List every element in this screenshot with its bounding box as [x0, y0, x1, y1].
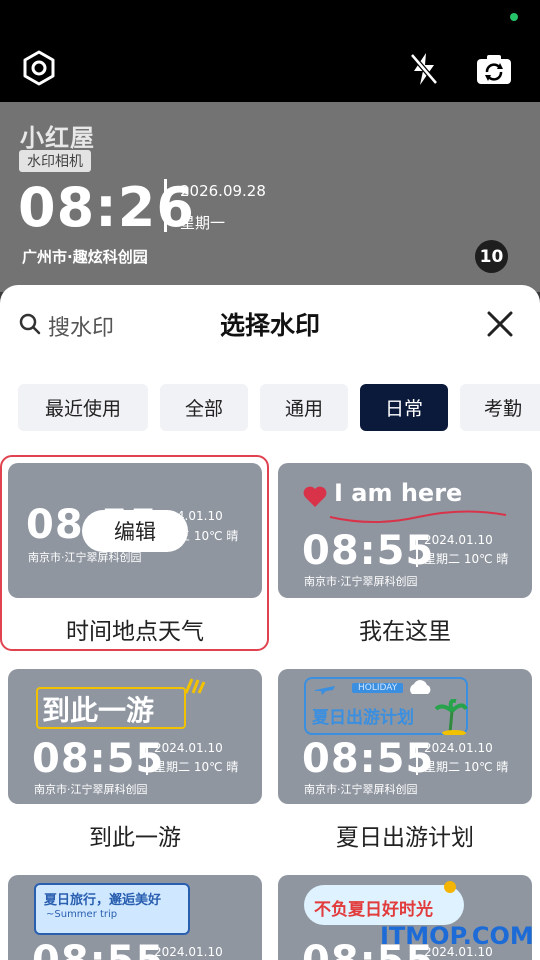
card-banner: 夏日出游计划 — [312, 708, 414, 728]
card-label: 时间地点天气 — [66, 619, 204, 645]
watermark-card-i-am-here[interactable]: I am here 08:55 2024.01.10 星期二 10℃ 晴 南京市… — [278, 463, 532, 598]
palm-tree-icon — [434, 698, 468, 739]
airplane-icon — [314, 681, 336, 700]
time-divider — [164, 179, 167, 232]
card-banner: 不负夏日好时光 — [314, 900, 433, 920]
camera-switch-icon[interactable] — [474, 50, 514, 88]
cloud-icon — [406, 679, 434, 699]
tab-daily[interactable]: 日常 — [360, 384, 448, 431]
settings-icon[interactable] — [20, 49, 58, 87]
watermark-card-summer-plan[interactable]: HOLIDAY 夏日出游计划 08:55 2024.01.10 星期二 10℃ … — [278, 669, 532, 804]
status-indicator-dot — [510, 13, 518, 21]
card-banner: 夏日旅行，邂逅美好 — [44, 893, 162, 908]
card-weather: 星期二 10℃ 晴 — [424, 552, 509, 566]
card-date: 2024.01.10 — [154, 741, 223, 755]
tab-recent[interactable]: 最近使用 — [18, 384, 148, 431]
card-label: 我在这里 — [359, 619, 451, 645]
card-divider — [146, 743, 148, 775]
card-time: 08:55 — [302, 736, 435, 782]
watermark-card-summer-trip[interactable]: 夏日旅行，邂逅美好 ~Summer trip 08:55 2024.01.10 — [8, 875, 262, 960]
heart-icon — [302, 485, 328, 513]
banner-tag: HOLIDAY — [352, 683, 404, 693]
watermark-date: 2026.09.28 — [180, 182, 266, 200]
count-badge[interactable]: 10 — [475, 240, 508, 273]
edit-button[interactable]: 编辑 — [82, 510, 188, 552]
ribbon-line-icon — [328, 509, 508, 529]
card-banner: 到此一游 — [42, 694, 155, 727]
watermark-time: 08:26 — [18, 176, 195, 239]
card-label: 到此一游 — [89, 825, 181, 851]
close-button[interactable] — [480, 306, 520, 346]
card-date: 2024.01.10 — [154, 945, 223, 959]
sparkle-icon — [184, 677, 206, 699]
card-date: 2024.01.10 — [424, 533, 493, 547]
card-date: 2024.01.10 — [424, 741, 493, 755]
tab-general[interactable]: 通用 — [260, 384, 348, 431]
site-watermark: ITMOP.COM — [380, 922, 534, 950]
tab-attendance[interactable]: 考勤 — [460, 384, 540, 431]
watermark-card-been-here[interactable]: 到此一游 08:55 2024.01.10 星期二 10℃ 晴 南京市·江宁翠屏… — [8, 669, 262, 804]
camera-top-bar — [0, 0, 540, 102]
brand-logo: 小红屋 — [20, 124, 95, 152]
sun-icon — [442, 879, 458, 899]
watermark-weekday: 星期一 — [180, 214, 226, 232]
card-time: 08:55 — [302, 528, 435, 574]
card-divider — [416, 535, 418, 567]
watermark-location: 广州市·趣炫科创园 — [22, 248, 148, 266]
card-weather: 星期二 10℃ 晴 — [424, 760, 509, 774]
sheet-title: 选择水印 — [219, 311, 320, 340]
card-weather: 星期二 10℃ 晴 — [154, 760, 239, 774]
card-label: 夏日出游计划 — [336, 825, 474, 851]
card-location: 南京市·江宁翠屏科创园 — [304, 575, 418, 588]
card-time: 08:55 — [32, 736, 165, 782]
card-divider — [416, 743, 418, 775]
app-name-badge: 水印相机 — [19, 150, 91, 172]
card-banner: I am here — [334, 479, 463, 507]
card-banner-sub: ~Summer trip — [46, 909, 118, 920]
card-location: 南京市·江宁翠屏科创园 — [304, 783, 418, 796]
close-icon — [486, 310, 514, 342]
flash-off-icon[interactable] — [406, 50, 442, 88]
tab-all[interactable]: 全部 — [160, 384, 248, 431]
card-time: 08:55 — [32, 939, 164, 960]
card-location: 南京市·江宁翠屏科创园 — [34, 783, 148, 796]
